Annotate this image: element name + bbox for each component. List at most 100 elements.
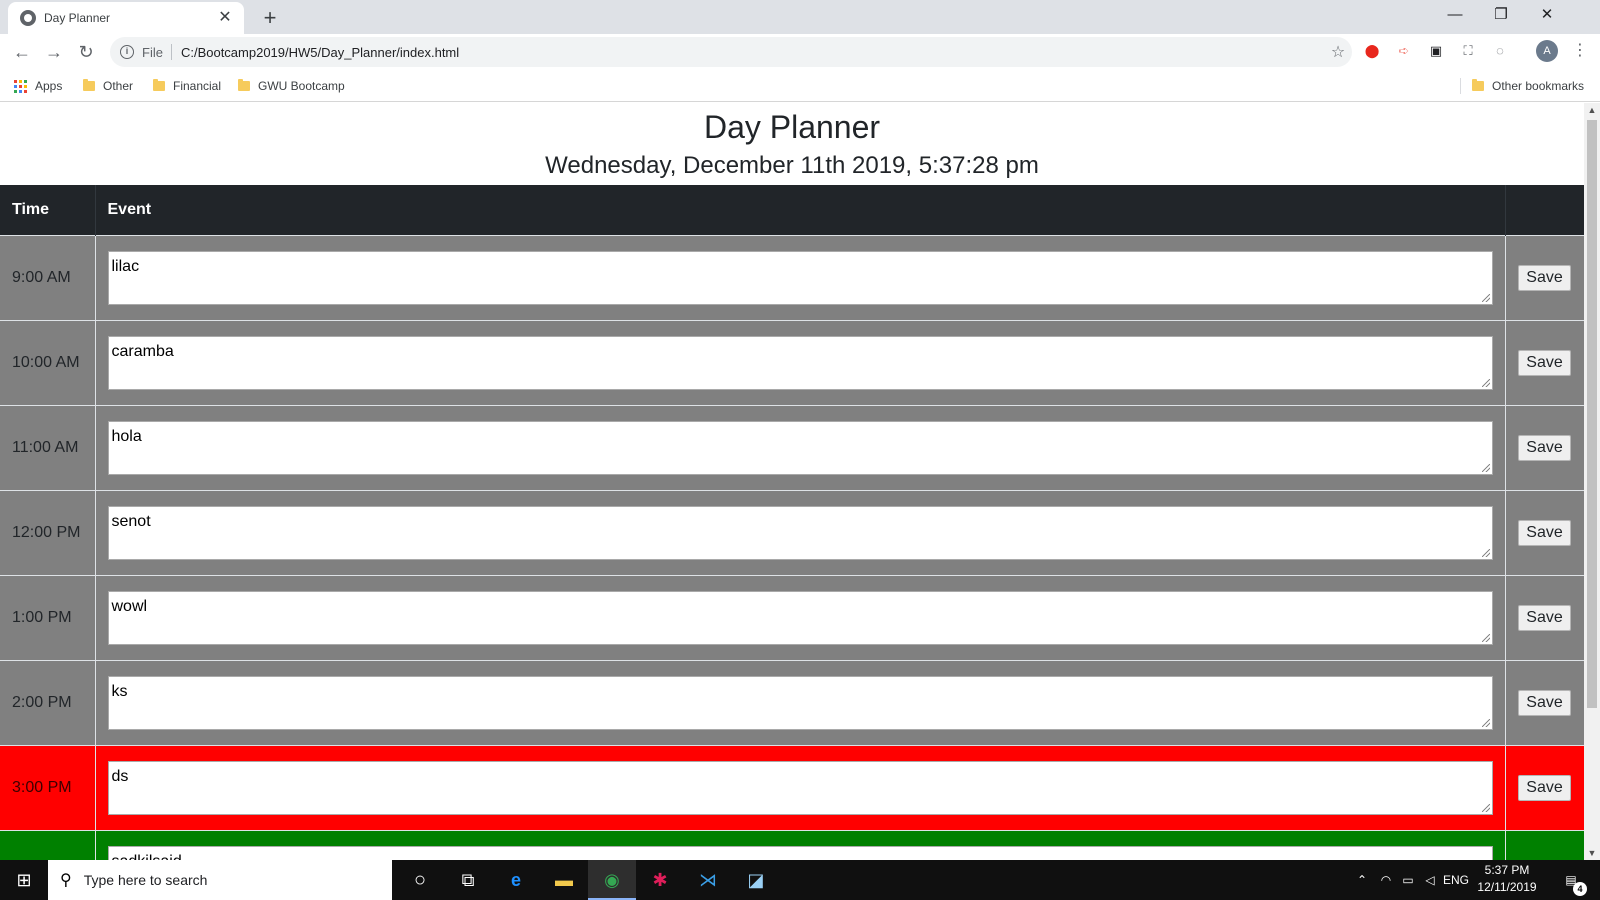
folder-icon — [83, 79, 95, 91]
event-cell: sadkjlsajd — [95, 829, 1506, 860]
search-placeholder: Type here to search — [83, 872, 208, 888]
planner-row: 12:00 PM senot Save — [0, 489, 1584, 575]
battery-icon[interactable]: ▭ — [1398, 860, 1418, 900]
slack-icon[interactable]: ✱ — [636, 860, 684, 900]
notification-center-icon[interactable]: ▤ 4 — [1556, 860, 1587, 900]
save-button[interactable]: Save — [1518, 604, 1571, 631]
notepad-icon[interactable]: ◪ — [732, 860, 780, 900]
address-bar[interactable]: i File C:/Bootcamp2019/HW5/Day_Planner/i… — [110, 37, 1352, 67]
address-separator — [170, 44, 172, 60]
hour-label: 12:00 PM — [0, 489, 96, 575]
profile-avatar[interactable]: A — [1536, 40, 1558, 62]
volume-muted-icon[interactable]: ◁ — [1420, 860, 1440, 900]
back-button[interactable]: ← — [8, 38, 36, 66]
save-cell: Save — [1505, 319, 1584, 405]
windows-taskbar: ⊞ ⚲ Type here to search ○ ⧉ e ▬ ◉ ✱ ⋊ ◪ … — [0, 860, 1600, 900]
event-textarea[interactable]: senot — [107, 505, 1493, 560]
scroll-up-icon[interactable]: ▲ — [1584, 103, 1600, 117]
screenshot-extension-icon[interactable]: ⛶ — [1458, 41, 1478, 61]
event-cell: ks — [95, 659, 1506, 745]
scrollbar-thumb[interactable] — [1587, 120, 1597, 708]
forward-button[interactable]: → — [40, 38, 68, 66]
save-button[interactable]: Save — [1518, 689, 1571, 716]
other-bookmarks[interactable]: Other bookmarks — [1472, 76, 1584, 96]
scheme-label: File — [142, 44, 163, 60]
close-window-button[interactable]: ✕ — [1524, 0, 1570, 30]
event-textarea[interactable]: ks — [107, 675, 1493, 730]
vscode-icon[interactable]: ⋊ — [684, 860, 732, 900]
info-icon[interactable]: i — [120, 45, 134, 59]
url-text[interactable]: C:/Bootcamp2019/HW5/Day_Planner/index.ht… — [181, 45, 1324, 60]
scroll-down-icon[interactable]: ▼ — [1584, 846, 1600, 860]
hour-label: 2:00 PM — [0, 659, 96, 745]
folder-icon — [153, 79, 165, 91]
search-icon: ⚲ — [60, 872, 72, 889]
save-button[interactable]: Save — [1518, 774, 1571, 801]
tab-close-icon[interactable]: ✕ — [216, 9, 234, 27]
event-cell: senot — [95, 489, 1506, 575]
bookmark-other[interactable]: Other — [83, 76, 133, 96]
bookmark-star-icon[interactable]: ☆ — [1324, 42, 1352, 62]
event-textarea[interactable]: hola — [107, 420, 1493, 475]
extension-icon[interactable]: ◌ — [1490, 41, 1510, 61]
notification-count-badge: 4 — [1573, 882, 1587, 896]
terminal-extension-icon[interactable]: ▣ — [1426, 41, 1446, 61]
tab-title: Day Planner — [44, 11, 111, 25]
tab-day-planner[interactable]: Day Planner ✕ — [8, 2, 244, 34]
hour-label: 9:00 AM — [0, 234, 96, 320]
bookmark-apps[interactable]: Apps — [14, 76, 62, 96]
planner-rows: 9:00 AM lilac Save 10:00 AM caramba Save 11:00… — [0, 234, 1584, 860]
edge-icon[interactable]: e — [492, 860, 540, 900]
arrow-extension-icon[interactable]: ➪ — [1394, 41, 1414, 61]
bookmark-financial[interactable]: Financial — [153, 76, 221, 96]
current-datetime: Wednesday, December 11th 2019, 5:37:28 p… — [545, 152, 1039, 179]
event-cell: hola — [95, 404, 1506, 490]
show-hidden-icons[interactable]: ⌃ — [1352, 860, 1372, 900]
network-icon[interactable]: ◠ — [1376, 860, 1396, 900]
new-tab-button[interactable]: + — [256, 4, 284, 32]
minimize-button[interactable]: — — [1432, 0, 1478, 30]
event-textarea[interactable]: wowl — [107, 590, 1493, 645]
save-button[interactable]: Save — [1518, 519, 1571, 546]
bookmarks-bar: Apps Other Financial GWU Bootcamp Other … — [0, 70, 1600, 102]
file-explorer-icon[interactable]: ▬ — [540, 860, 588, 900]
folder-icon — [1472, 79, 1484, 91]
save-button[interactable]: Save — [1518, 434, 1571, 461]
page-content: Day Planner Wednesday, December 11th 201… — [0, 103, 1584, 860]
save-cell: Save — [1505, 489, 1584, 575]
bookmark-label: Other — [103, 79, 134, 93]
event-textarea[interactable]: ds — [107, 760, 1493, 815]
cortana-icon[interactable]: ○ — [396, 860, 444, 900]
globe-icon — [20, 10, 36, 26]
browser-window: Day Planner ✕ + — ❐ ✕ ← → ↻ i File C:/Bo… — [0, 0, 1600, 900]
event-textarea[interactable]: caramba — [107, 335, 1493, 390]
windows-start-icon[interactable]: ⊞ — [0, 860, 48, 900]
bookmark-label: GWU Bootcamp — [258, 79, 345, 93]
chrome-menu-icon[interactable]: ⋮ — [1570, 41, 1590, 61]
planner-row: 11:00 AM hola Save — [0, 404, 1584, 490]
event-cell: lilac — [95, 234, 1506, 320]
tab-strip: Day Planner ✕ + — ❐ ✕ — [0, 0, 1600, 34]
event-textarea[interactable]: sadkjlsajd — [107, 845, 1493, 860]
folder-icon — [238, 79, 250, 91]
taskbar-clock[interactable]: 5:37 PM 12/11/2019 — [1466, 862, 1548, 896]
event-cell: wowl — [95, 574, 1506, 660]
event-cell: ds — [95, 744, 1506, 830]
bookmarks-divider — [1460, 78, 1461, 94]
event-textarea[interactable]: lilac — [107, 250, 1493, 305]
save-button[interactable]: Save — [1518, 264, 1571, 291]
taskbar-search[interactable]: ⚲ Type here to search — [48, 860, 392, 900]
opera-extension-icon[interactable]: ⬤ — [1362, 41, 1382, 61]
clock-time: 5:37 PM — [1484, 863, 1530, 877]
bookmark-label: Apps — [35, 79, 63, 93]
save-cell: Save — [1505, 404, 1584, 490]
chrome-taskbar-icon[interactable]: ◉ — [588, 860, 636, 900]
page-scrollbar[interactable]: ▲ ▼ — [1584, 103, 1600, 860]
reload-button[interactable]: ↻ — [72, 38, 100, 66]
restore-button[interactable]: ❐ — [1478, 0, 1524, 30]
save-button[interactable]: Save — [1518, 349, 1571, 376]
task-view-icon[interactable]: ⧉ — [444, 860, 492, 900]
bookmark-gwu-bootcamp[interactable]: GWU Bootcamp — [238, 76, 345, 96]
header-event: Event — [95, 185, 1506, 235]
header-time: Time — [0, 185, 96, 235]
